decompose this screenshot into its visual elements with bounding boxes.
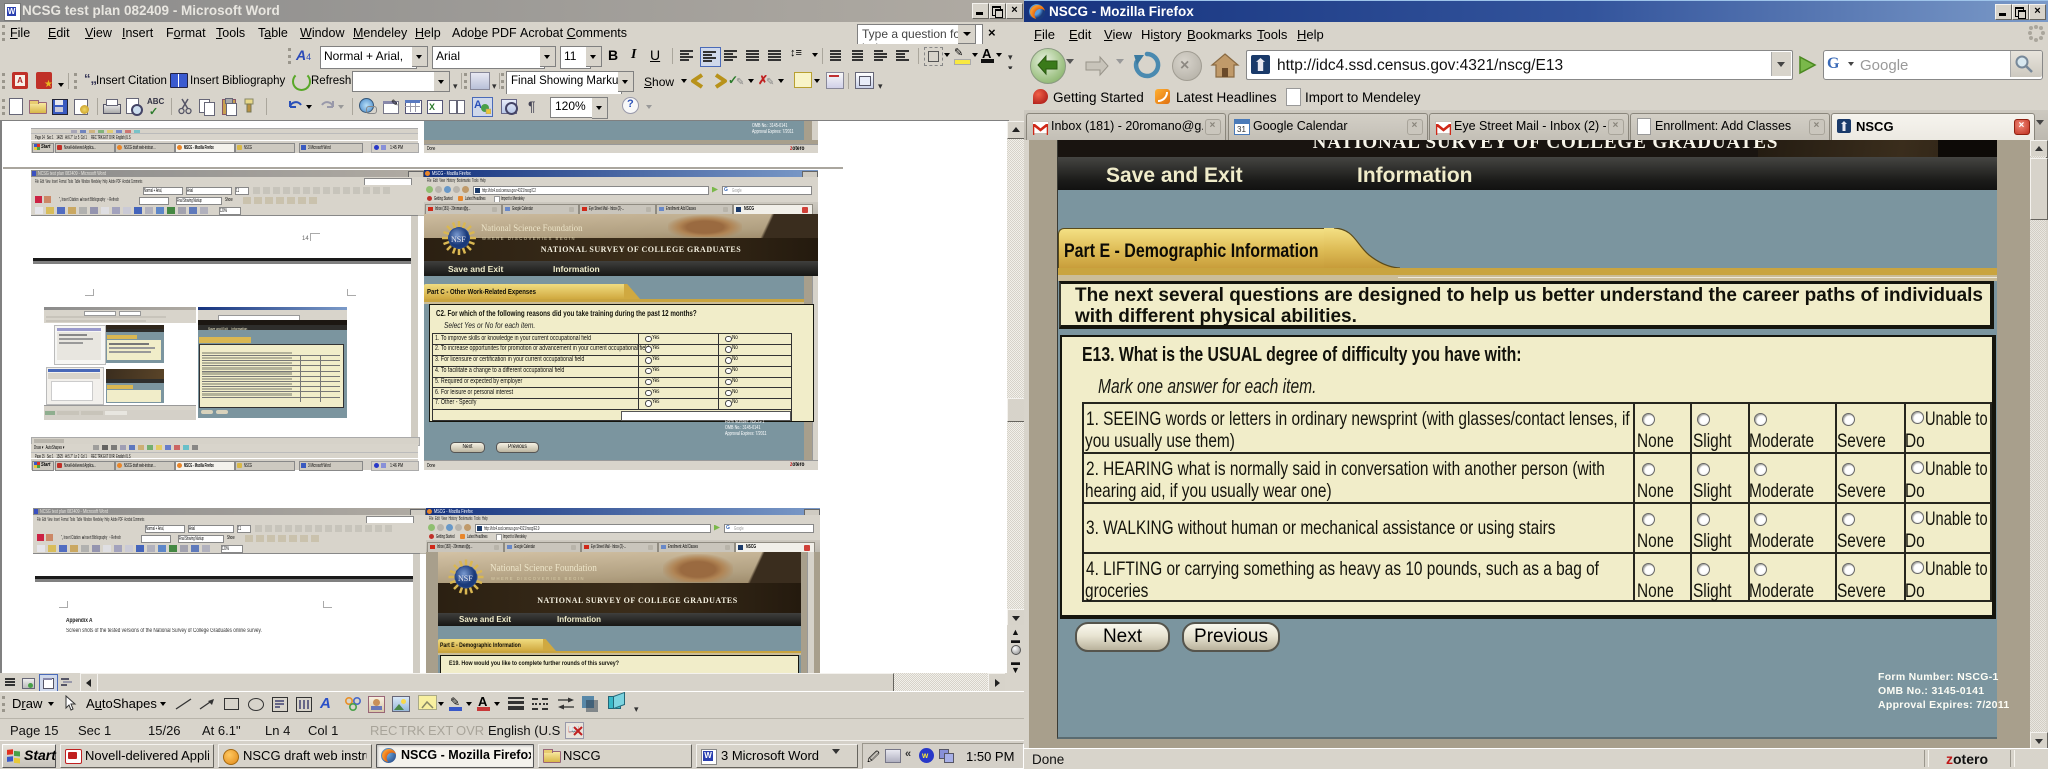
svg-text:NSF: NSF — [458, 574, 473, 583]
svg-text:NSF: NSF — [451, 235, 466, 244]
